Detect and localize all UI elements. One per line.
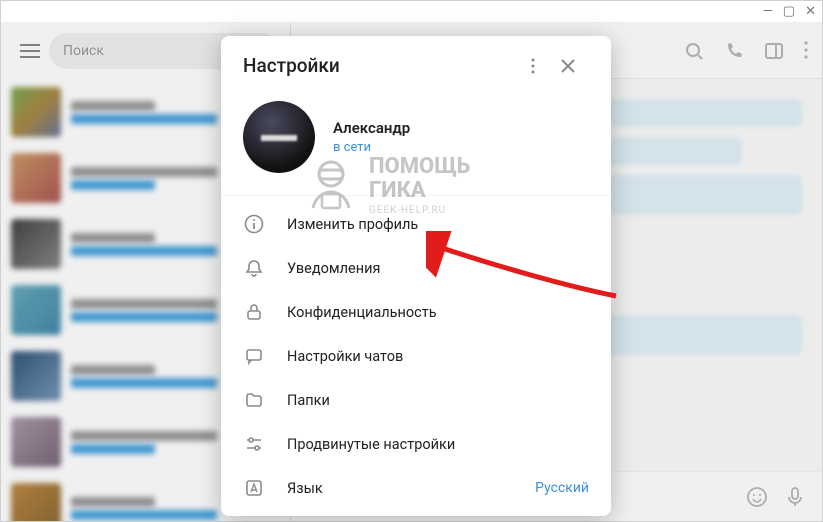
chat-settings-item[interactable]: Настройки чатов [221, 334, 611, 378]
edit-profile-item[interactable]: Изменить профиль [221, 202, 611, 246]
minimize-icon[interactable]: — [763, 5, 773, 18]
menu-label: Конфиденциальность [287, 304, 437, 321]
info-icon [243, 214, 265, 234]
language-item[interactable]: Язык Русский [221, 466, 611, 510]
window-titlebar: — ▢ ✕ [1, 1, 822, 23]
privacy-item[interactable]: Конфиденциальность [221, 290, 611, 334]
menu-label: Настройки чатов [287, 348, 403, 365]
menu-label: Язык [287, 480, 323, 497]
sliders-icon [243, 434, 265, 454]
modal-more-icon[interactable] [531, 58, 561, 74]
window-close-icon[interactable]: ✕ [805, 5, 816, 18]
folders-item[interactable]: Папки [221, 378, 611, 422]
language-icon [243, 478, 265, 498]
profile-name: Александр [333, 119, 410, 137]
modal-close-icon[interactable] [561, 59, 591, 73]
settings-menu: Изменить профиль Уведомления Конфиденциа… [221, 196, 611, 516]
lock-icon [243, 302, 265, 322]
folder-icon [243, 390, 265, 410]
menu-label: Папки [287, 392, 330, 409]
modal-header: Настройки [221, 36, 611, 87]
language-value: Русский [535, 480, 589, 496]
settings-modal: Настройки Александр в сети Изменить проф… [221, 36, 611, 516]
notifications-item[interactable]: Уведомления [221, 246, 611, 290]
menu-label: Продвинутые настройки [287, 436, 455, 453]
profile-status: в сети [333, 140, 410, 155]
modal-title: Настройки [243, 54, 531, 77]
advanced-item[interactable]: Продвинутые настройки [221, 422, 611, 466]
chat-icon [243, 346, 265, 366]
menu-label: Уведомления [287, 260, 380, 277]
profile-section[interactable]: Александр в сети [221, 87, 611, 195]
menu-label: Изменить профиль [287, 216, 418, 233]
avatar[interactable] [243, 101, 315, 173]
maximize-icon[interactable]: ▢ [783, 5, 795, 18]
bell-icon [243, 258, 265, 278]
